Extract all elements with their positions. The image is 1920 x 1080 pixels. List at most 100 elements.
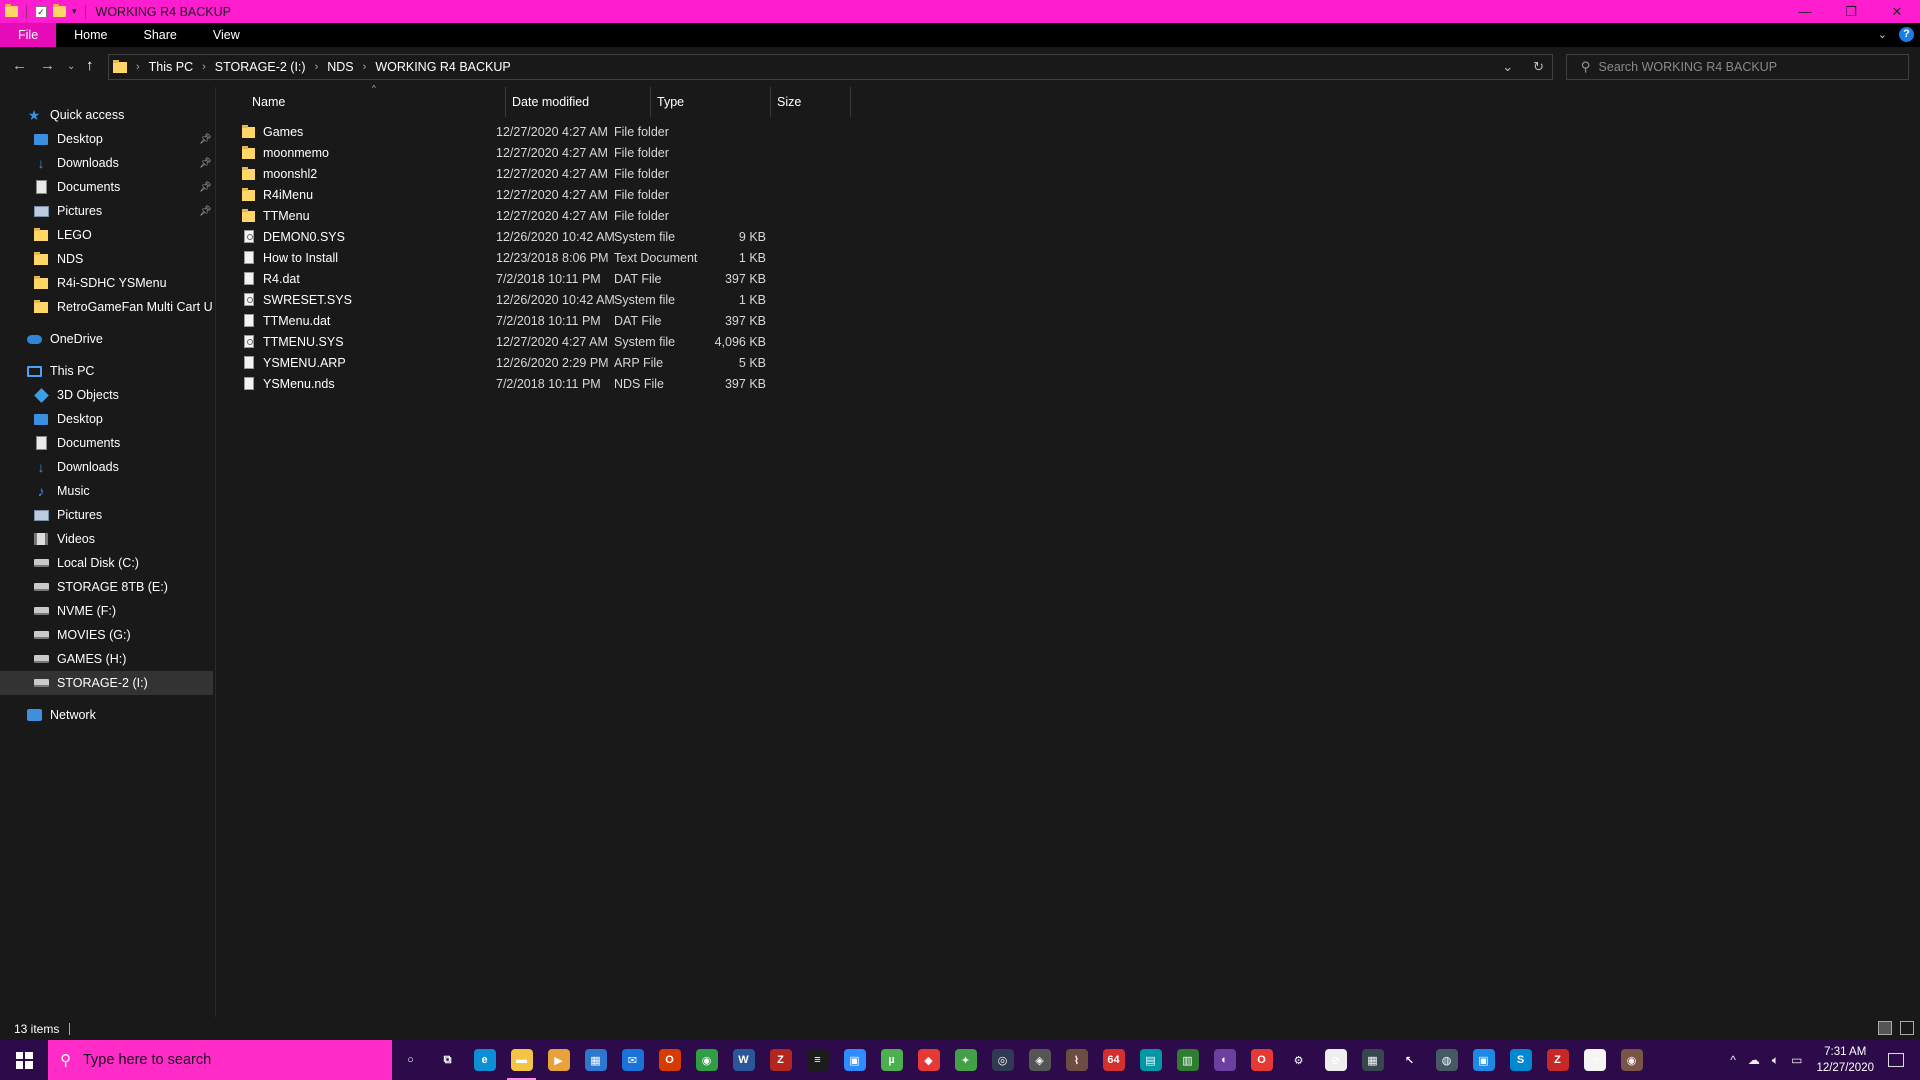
sidebar-item-downloads[interactable]: ↓ Downloads 📌︎ <box>0 151 213 175</box>
zoom-taskbar-button[interactable]: ▣ <box>836 1040 873 1080</box>
breadcrumb-separator-icon[interactable]: › <box>363 61 367 73</box>
tab-file[interactable]: File <box>0 23 57 47</box>
volume-icon[interactable]: 🔈︎ <box>1772 1053 1779 1068</box>
address-bar[interactable]: › This PC › STORAGE-2 (I:) › NDS › WORKI… <box>108 54 1553 80</box>
file-row[interactable]: Games 12/27/2020 4:27 AM File folder <box>234 121 854 142</box>
customize-toolbar-icon[interactable]: ▾ <box>72 6 77 17</box>
sidebar-item-retrogamefan[interactable]: RetroGameFan Multi Cart Upda <box>0 295 213 319</box>
up-arrow-icon[interactable]: ↑ <box>86 57 94 74</box>
opera-taskbar-button[interactable]: O <box>1243 1040 1280 1080</box>
chrome-taskbar-button[interactable]: ◉ <box>688 1040 725 1080</box>
sidebar-item-storage-8tb-e[interactable]: STORAGE 8TB (E:) <box>0 575 213 599</box>
ryzen-master-taskbar-button[interactable]: ≡ <box>799 1040 836 1080</box>
details-view-button[interactable] <box>1878 1021 1892 1035</box>
network-tool-taskbar-button[interactable]: ◍ <box>1428 1040 1465 1080</box>
breadcrumb-nds[interactable]: NDS <box>327 60 353 74</box>
file-row[interactable]: TTMenu.dat 7/2/2018 10:11 PM DAT File 397 K… <box>234 310 854 331</box>
file-row[interactable]: TTMENU.SYS 12/27/2020 4:27 AM System file 4… <box>234 331 854 352</box>
file-row[interactable]: YSMenu.nds 7/2/2018 10:11 PM NDS File 397 K… <box>234 373 854 394</box>
gamepad-taskbar-button[interactable]: ◈ <box>1021 1040 1058 1080</box>
sidebar-item-desktop[interactable]: Desktop 📌︎ <box>0 127 213 151</box>
breadcrumb-current[interactable]: WORKING R4 BACKUP <box>375 60 510 74</box>
hw-monitor-taskbar-button[interactable]: ▥ <box>1169 1040 1206 1080</box>
breadcrumb-separator-icon[interactable]: › <box>202 61 206 73</box>
task-view-taskbar-button[interactable]: ⧉ <box>429 1040 466 1080</box>
sidebar-item-local-disk-c[interactable]: Local Disk (C:) <box>0 551 213 575</box>
sidebar-item-lego[interactable]: LEGO <box>0 223 213 247</box>
network-tray-icon[interactable]: ▭ <box>1791 1053 1802 1067</box>
breadcrumb-this-pc[interactable]: This PC <box>149 60 193 74</box>
cortana-taskbar-button[interactable]: ○ <box>392 1040 429 1080</box>
pin-icon[interactable]: 📌︎ <box>199 134 212 145</box>
cpuz-taskbar-button[interactable]: Z <box>762 1040 799 1080</box>
column-header-size[interactable]: Size <box>771 87 851 117</box>
file-row[interactable]: moonmemo 12/27/2020 4:27 AM File folder <box>234 142 854 163</box>
restore-button[interactable]: ❐ <box>1828 0 1874 23</box>
breadcrumb-storage-2[interactable]: STORAGE-2 (I:) <box>215 60 306 74</box>
tab-home[interactable]: Home <box>56 23 125 47</box>
close-button[interactable]: ✕ <box>1874 0 1920 23</box>
onedrive-tray-icon[interactable]: ☁ <box>1748 1053 1760 1067</box>
disk-taskbar-button[interactable]: ◉ <box>1613 1040 1650 1080</box>
sidebar-item-videos[interactable]: Videos <box>0 527 213 551</box>
settings-taskbar-button[interactable]: ⚙ <box>1280 1040 1317 1080</box>
column-header-date-modified[interactable]: Date modified <box>506 87 651 117</box>
column-header-type[interactable]: Type <box>651 87 771 117</box>
sidebar-item-onedrive[interactable]: OneDrive <box>0 327 213 351</box>
breadcrumb-separator-icon[interactable]: › <box>315 61 319 73</box>
sidebar-item-movies-g[interactable]: MOVIES (G:) <box>0 623 213 647</box>
properties-icon[interactable]: ✓ <box>35 5 47 18</box>
sidebar-item-3d-objects[interactable]: 3D Objects <box>0 383 213 407</box>
sidebar-item-nvme-f[interactable]: NVME (F:) <box>0 599 213 623</box>
notifications-icon[interactable] <box>1888 1053 1904 1067</box>
search-input[interactable]: Search WORKING R4 BACKUP <box>1599 60 1778 74</box>
file-row[interactable]: moonshl2 12/27/2020 4:27 AM File folder <box>234 163 854 184</box>
taskbar-search-box[interactable]: ⚲ Type here to search <box>48 1040 392 1080</box>
sidebar-item-music[interactable]: ♪ Music <box>0 479 213 503</box>
audio-taskbar-button[interactable]: ⌇ <box>1058 1040 1095 1080</box>
sidebar-item-this-pc[interactable]: This PC <box>0 359 213 383</box>
vm-taskbar-button[interactable]: ▣ <box>1465 1040 1502 1080</box>
file-explorer-taskbar-button[interactable]: ▬ <box>503 1040 540 1080</box>
sidebar-item-pc-desktop[interactable]: Desktop <box>0 407 213 431</box>
filezilla-taskbar-button[interactable]: Z <box>1539 1040 1576 1080</box>
sidebar-item-quick-access[interactable]: ★ Quick access <box>0 103 213 127</box>
file-row[interactable]: R4.dat 7/2/2018 10:11 PM DAT File 397 KB <box>234 268 854 289</box>
office-taskbar-button[interactable]: O <box>651 1040 688 1080</box>
pin-icon[interactable]: 📌︎ <box>199 182 212 193</box>
file-row[interactable]: R4iMenu 12/27/2020 4:27 AM File folder <box>234 184 854 205</box>
file-row[interactable]: DEMON0.SYS 12/26/2020 10:42 AM System file… <box>234 226 854 247</box>
back-arrow-icon[interactable]: ← <box>12 57 27 74</box>
pin-icon[interactable]: 📌︎ <box>199 206 212 217</box>
refresh-icon[interactable]: ↻ <box>1533 59 1544 75</box>
tor-taskbar-button[interactable]: ◐ <box>1206 1040 1243 1080</box>
tab-view[interactable]: View <box>195 23 258 47</box>
taskbar-search-input[interactable]: Type here to search <box>83 1052 211 1068</box>
remote-taskbar-button[interactable]: ▤ <box>1132 1040 1169 1080</box>
clock-app-taskbar-button[interactable]: ◔ <box>1576 1040 1613 1080</box>
sidebar-item-documents[interactable]: Documents 📌︎ <box>0 175 213 199</box>
cursor-taskbar-button[interactable]: ↖ <box>1391 1040 1428 1080</box>
utorrent-taskbar-button[interactable]: µ <box>873 1040 910 1080</box>
show-hidden-icons-chevron-icon[interactable]: ^ <box>1730 1053 1736 1067</box>
sync-taskbar-button[interactable]: S <box>1502 1040 1539 1080</box>
recent-locations-chevron-icon[interactable]: ⌄ <box>67 61 75 72</box>
rubik-taskbar-button[interactable]: ◆ <box>910 1040 947 1080</box>
media-player-taskbar-button[interactable]: ▶ <box>540 1040 577 1080</box>
column-header-name[interactable]: ^ Name <box>234 84 506 117</box>
new-folder-icon[interactable] <box>53 4 66 17</box>
sidebar-item-pc-documents[interactable]: Documents <box>0 431 213 455</box>
file-row[interactable]: How to Install 12/23/2018 8:06 PM Text Doc… <box>234 247 854 268</box>
store-taskbar-button[interactable]: ▦ <box>577 1040 614 1080</box>
pin-icon[interactable]: 📌︎ <box>199 158 212 169</box>
file-row[interactable]: TTMenu 12/27/2020 4:27 AM File folder <box>234 205 854 226</box>
tab-share[interactable]: Share <box>126 23 195 47</box>
help-icon[interactable]: ? <box>1899 27 1914 42</box>
sidebar-item-r4i-sdhc-ysmenu[interactable]: R4i-SDHC YSMenu <box>0 271 213 295</box>
download-manager-taskbar-button[interactable]: ✦ <box>947 1040 984 1080</box>
sidebar-item-nds[interactable]: NDS <box>0 247 213 271</box>
chevron-down-icon[interactable]: ⌄ <box>1878 28 1887 41</box>
word-taskbar-button[interactable]: W <box>725 1040 762 1080</box>
edge-taskbar-button[interactable]: e <box>466 1040 503 1080</box>
sidebar-item-storage-2-i[interactable]: STORAGE-2 (I:) <box>0 671 213 695</box>
